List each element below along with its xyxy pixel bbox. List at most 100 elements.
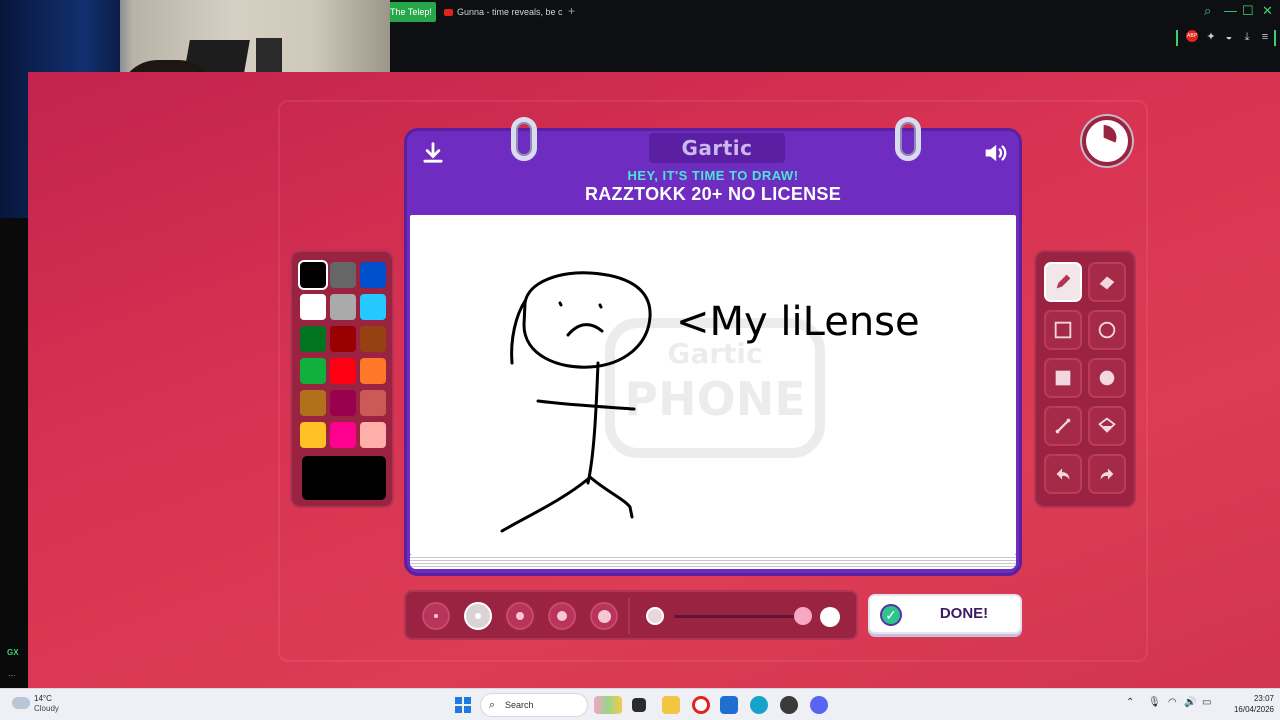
- discord-icon[interactable]: [810, 696, 828, 714]
- draw-prompt: RAZZTOKK 20+ NO LICENSE: [584, 184, 842, 204]
- color-swatch[interactable]: [300, 358, 326, 384]
- download-icon[interactable]: ⤓: [1240, 30, 1254, 44]
- binder-ring: [511, 117, 537, 161]
- volume-icon[interactable]: [981, 139, 1009, 167]
- opera-gx-icon[interactable]: [692, 696, 710, 714]
- color-swatch[interactable]: [360, 294, 386, 320]
- flowers-icon[interactable]: [594, 696, 622, 714]
- gx-logo[interactable]: GX: [7, 648, 19, 657]
- fill-bucket-tool[interactable]: [1088, 406, 1126, 446]
- clock[interactable]: 23:07 16/04/2026: [1226, 693, 1274, 715]
- fill-bucket-icon: [1098, 417, 1116, 433]
- color-swatch[interactable]: [360, 358, 386, 384]
- brush-size-button[interactable]: [590, 602, 618, 630]
- rectangle-fill-icon: [1055, 370, 1071, 386]
- pencil-tool[interactable]: [1044, 262, 1082, 302]
- sketchbook-pages: [410, 555, 1016, 569]
- color-swatch[interactable]: [330, 326, 356, 352]
- speaker-icon[interactable]: 🔊: [1184, 697, 1196, 708]
- check-icon: ✓: [880, 604, 902, 626]
- close-icon[interactable]: ✕: [1262, 3, 1273, 19]
- weather-condition: Cloudy: [34, 704, 59, 713]
- color-swatch[interactable]: [300, 390, 326, 416]
- ellipse-outline-icon: [1098, 321, 1116, 339]
- file-explorer-icon[interactable]: [662, 696, 680, 714]
- sketchbook: Gartic HEY, IT'S TIME TO DRAW! RAZZTOKK …: [404, 117, 1022, 576]
- color-swatch[interactable]: [300, 326, 326, 352]
- new-tab-button[interactable]: +: [568, 4, 575, 18]
- task-view-icon[interactable]: [632, 698, 646, 712]
- drawing-layer: Gartic PHONE <My liLense: [500, 271, 920, 533]
- ellipse-outline-tool[interactable]: [1088, 310, 1126, 350]
- color-swatch[interactable]: [360, 390, 386, 416]
- line-icon: [1055, 418, 1071, 434]
- minimize-icon[interactable]: —: [1224, 3, 1237, 18]
- timer-icon: [1082, 116, 1132, 166]
- brush-size-dot: [556, 610, 568, 622]
- brush-size-dot: [515, 611, 525, 621]
- edge-icon[interactable]: [750, 696, 768, 714]
- color-swatch[interactable]: [300, 294, 326, 320]
- rectangle-fill-tool[interactable]: [1044, 358, 1082, 398]
- brush-size-button[interactable]: [422, 602, 450, 630]
- color-swatch[interactable]: [298, 260, 328, 290]
- opacity-slider-thumb[interactable]: [793, 607, 812, 625]
- opacity-min-handle: [646, 607, 664, 625]
- rectangle-outline-tool[interactable]: [1044, 310, 1082, 350]
- taskbar: 14°C Cloudy ⌕ Search ⌃ 🎙 ◠ 🔊 ▭ 23:07 16/…: [0, 688, 1280, 720]
- chevron-up-icon[interactable]: ⌃: [1126, 697, 1134, 708]
- store-icon[interactable]: [720, 696, 738, 714]
- adblock-icon[interactable]: ABP: [1186, 30, 1198, 42]
- maximize-icon[interactable]: ☐: [1242, 3, 1254, 19]
- color-swatch[interactable]: [300, 422, 326, 448]
- tab-the-telep[interactable]: The Telep!: [388, 2, 436, 22]
- battery-icon[interactable]: ▭: [1202, 697, 1211, 708]
- undo-icon: [1056, 468, 1070, 480]
- weather-widget[interactable]: 14°C Cloudy: [12, 693, 92, 717]
- color-swatch[interactable]: [330, 294, 356, 320]
- brush-size-button[interactable]: [548, 602, 576, 630]
- color-swatch[interactable]: [360, 262, 386, 288]
- sidebar-accent: [1274, 30, 1276, 46]
- color-swatch[interactable]: [330, 390, 356, 416]
- color-palette: [290, 250, 394, 508]
- steam-icon[interactable]: [780, 696, 798, 714]
- binder-ring: [895, 117, 921, 161]
- download-icon[interactable]: [419, 139, 447, 167]
- drawing-canvas[interactable]: Gartic PHONE <My liLense: [410, 215, 1016, 555]
- sketchbook-header: Gartic HEY, IT'S TIME TO DRAW! RAZZTOKK …: [407, 117, 1019, 215]
- color-swatch[interactable]: [360, 422, 386, 448]
- sidebar-accent: [1176, 30, 1178, 46]
- ellipse-fill-tool[interactable]: [1088, 358, 1126, 398]
- wifi-icon[interactable]: ◠: [1168, 697, 1177, 708]
- eraser-tool[interactable]: [1088, 262, 1126, 302]
- done-button[interactable]: ✓ DONE!: [868, 594, 1022, 634]
- profile-icon[interactable]: ◒: [1222, 30, 1236, 44]
- done-label: DONE!: [939, 605, 989, 622]
- line-tool[interactable]: [1044, 406, 1082, 446]
- time: 23:07: [1253, 694, 1274, 703]
- taskbar-search[interactable]: ⌕ Search: [480, 693, 588, 717]
- brush-size-button[interactable]: [464, 602, 492, 630]
- windows-start-icon[interactable]: [455, 697, 471, 713]
- current-color-swatch: [302, 456, 386, 500]
- menu-icon[interactable]: ≡: [1258, 30, 1272, 44]
- brush-size-button[interactable]: [506, 602, 534, 630]
- undo-tool[interactable]: [1044, 454, 1082, 494]
- search-icon[interactable]: ⌕: [1204, 3, 1211, 19]
- date: 16/04/2026: [1233, 705, 1274, 714]
- browser-sidebar: [0, 218, 28, 688]
- puzzle-icon[interactable]: ✦: [1204, 30, 1218, 44]
- color-swatch[interactable]: [330, 358, 356, 384]
- redo-tool[interactable]: [1088, 454, 1126, 494]
- opacity-slider[interactable]: [674, 615, 798, 618]
- tab-gunna[interactable]: Gunna - time reveals, be c: [444, 2, 562, 22]
- color-swatch[interactable]: [330, 422, 356, 448]
- cloud-icon: [12, 697, 30, 709]
- sidebar-more-button[interactable]: ...: [8, 668, 16, 678]
- microphone-icon[interactable]: 🎙: [1148, 697, 1161, 708]
- extension-bar: ABP ✦ ◒ ⤓ ≡: [1176, 30, 1280, 48]
- color-swatch[interactable]: [330, 262, 356, 288]
- color-swatch[interactable]: [360, 326, 386, 352]
- pencil-icon: [1056, 274, 1071, 289]
